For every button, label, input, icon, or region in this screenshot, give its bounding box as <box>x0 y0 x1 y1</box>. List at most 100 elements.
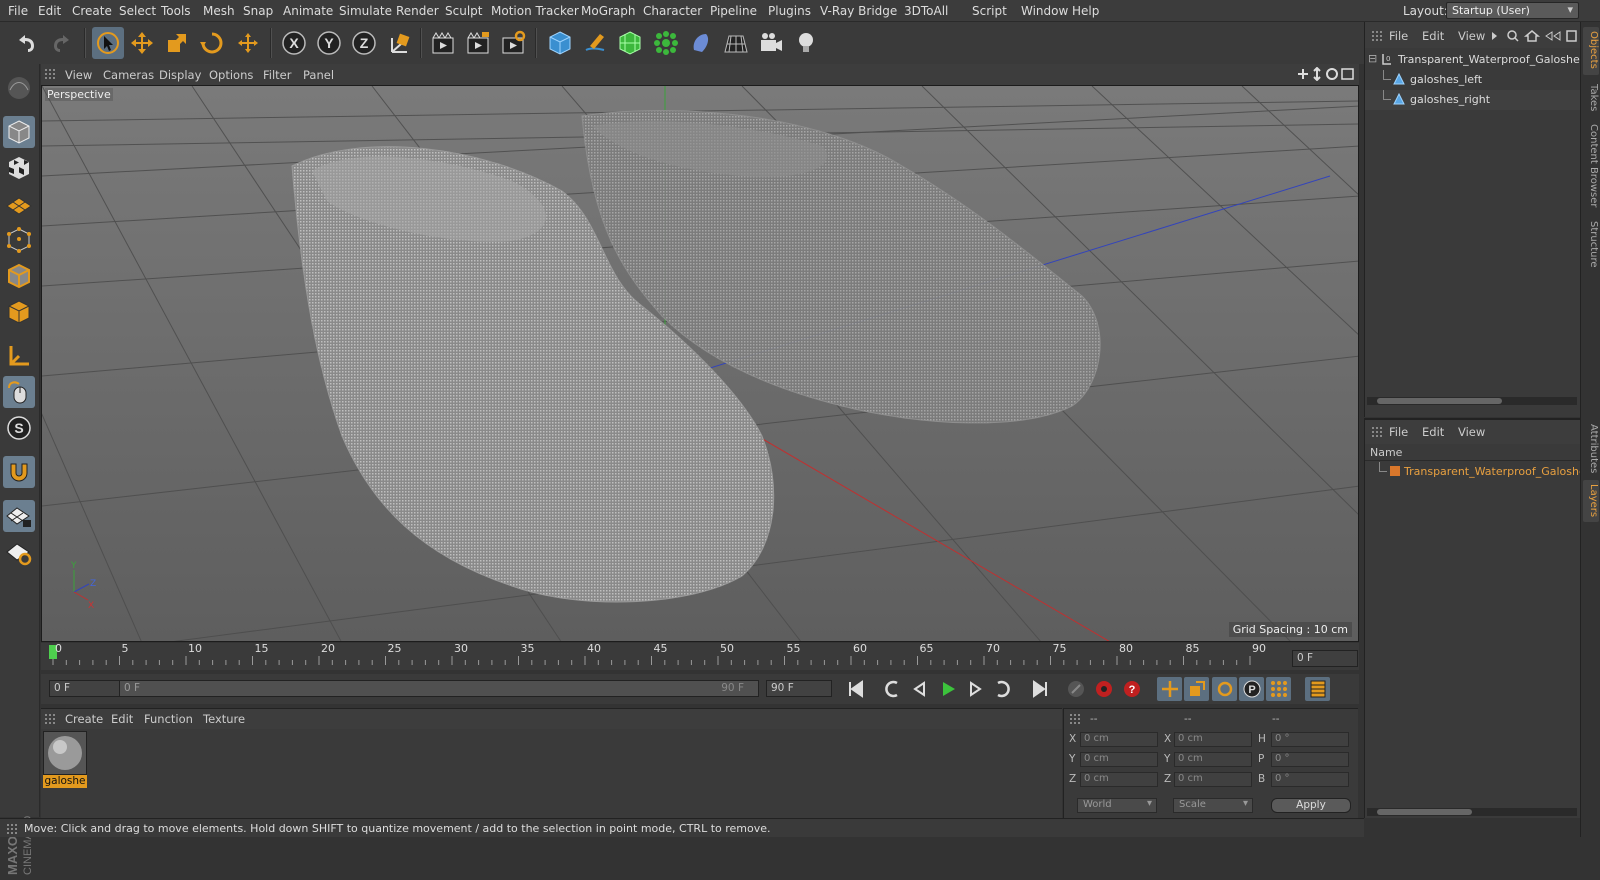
layout-select[interactable]: Startup (User) <box>1446 2 1579 19</box>
menu-window[interactable]: Window <box>1021 4 1068 18</box>
texture-mode-icon[interactable] <box>3 152 35 184</box>
tab-objects[interactable]: Objects <box>1583 27 1599 75</box>
record-active-keys-icon[interactable] <box>1091 677 1116 701</box>
record-disabled-icon[interactable] <box>1063 677 1088 701</box>
snap-icon[interactable]: S <box>3 412 35 444</box>
autokeying-icon[interactable]: ? <box>1119 677 1144 701</box>
y-axis-icon[interactable]: Y <box>313 27 345 59</box>
scale-icon[interactable] <box>161 27 193 59</box>
key-rotation-icon[interactable] <box>1212 677 1237 701</box>
viewport-menu-options[interactable]: Options <box>209 68 253 82</box>
pos-y-field[interactable]: 0 cm <box>1080 752 1158 767</box>
menu-tools[interactable]: Tools <box>161 4 191 18</box>
tree-item-root[interactable]: ⊟ 0 Transparent_Waterproof_Galoshes <box>1365 50 1581 70</box>
current-frame-field[interactable]: 0 F <box>1292 650 1358 667</box>
menu-snap[interactable]: Snap <box>243 4 273 18</box>
menu-select[interactable]: Select <box>119 4 156 18</box>
menu-file[interactable]: File <box>8 4 28 18</box>
render-picture-viewer-icon[interactable] <box>462 27 494 59</box>
menu-simulate[interactable]: Simulate <box>339 4 392 18</box>
menu-mograph[interactable]: MoGraph <box>581 4 636 18</box>
menu-3dtoall[interactable]: 3DToAll <box>904 4 948 18</box>
locked-workplane-icon[interactable] <box>3 500 35 532</box>
viewport-menu-view[interactable]: View <box>65 68 92 82</box>
workplane-icon[interactable] <box>3 188 35 220</box>
material-menu-create[interactable]: Create <box>65 712 103 726</box>
end-frame-field[interactable]: 90 F <box>766 680 832 697</box>
menu-mesh[interactable]: Mesh <box>203 4 235 18</box>
key-point-level-icon[interactable] <box>1266 677 1291 701</box>
tab-attributes[interactable]: Attributes <box>1583 420 1599 478</box>
z-axis-icon[interactable]: Z <box>348 27 380 59</box>
object-menu-edit[interactable]: Edit <box>1422 29 1444 43</box>
points-mode-icon[interactable] <box>3 224 35 256</box>
layer-menu-file[interactable]: File <box>1389 425 1408 439</box>
size-mode-select[interactable]: Scale <box>1173 798 1253 813</box>
object-manager-scrollbar[interactable] <box>1367 397 1577 405</box>
key-parameter-icon[interactable]: P <box>1239 677 1264 701</box>
x-axis-icon[interactable]: X <box>278 27 310 59</box>
menu-animate[interactable]: Animate <box>283 4 333 18</box>
layer-color-swatch[interactable] <box>1390 466 1400 476</box>
start-frame-field[interactable]: 0 F <box>49 680 121 697</box>
light-icon[interactable] <box>790 27 822 59</box>
next-frame-icon[interactable] <box>962 677 987 701</box>
menu-create[interactable]: Create <box>72 4 112 18</box>
frame-range-slider[interactable]: 0 F 90 F <box>119 680 759 697</box>
pen-icon[interactable] <box>579 27 611 59</box>
key-position-icon[interactable] <box>1157 677 1182 701</box>
menu-vray-bridge[interactable]: V-Ray Bridge <box>820 4 897 18</box>
polygons-mode-icon[interactable] <box>3 296 35 328</box>
layer-manager-scrollbar[interactable] <box>1367 808 1577 816</box>
model-mode-icon[interactable] <box>3 116 35 148</box>
viewport-nav-icons[interactable] <box>1296 67 1356 81</box>
menu-pipeline[interactable]: Pipeline <box>710 4 757 18</box>
redo-icon[interactable] <box>46 27 78 59</box>
menu-edit[interactable]: Edit <box>38 4 61 18</box>
tab-content-browser[interactable]: Content Browser <box>1583 120 1599 212</box>
cube-icon[interactable] <box>544 27 576 59</box>
key-scale-icon[interactable] <box>1184 677 1209 701</box>
coordinate-mode-select[interactable]: World <box>1077 798 1157 813</box>
next-key-icon[interactable] <box>990 677 1015 701</box>
material-menu-texture[interactable]: Texture <box>203 712 245 726</box>
menu-help[interactable]: Help <box>1072 4 1099 18</box>
tweak-mode-icon[interactable] <box>3 376 35 408</box>
layer-menu-view[interactable]: View <box>1458 425 1485 439</box>
material-menu-edit[interactable]: Edit <box>111 712 133 726</box>
cloner-icon[interactable] <box>650 27 682 59</box>
menu-motion-tracker[interactable]: Motion Tracker <box>491 4 579 18</box>
play-icon[interactable] <box>935 677 960 701</box>
go-to-end-icon[interactable] <box>1027 677 1052 701</box>
viewport-menu-cameras[interactable]: Cameras <box>103 68 154 82</box>
magnet-icon[interactable] <box>3 456 35 488</box>
render-view-icon[interactable] <box>427 27 459 59</box>
material-name[interactable]: galoshe <box>43 775 87 788</box>
viewport-menu-display[interactable]: Display <box>159 68 201 82</box>
camera-icon[interactable] <box>755 27 787 59</box>
pos-x-field[interactable]: 0 cm <box>1080 732 1158 747</box>
planar-workplane-icon[interactable] <box>3 536 35 568</box>
pos-z-field[interactable]: 0 cm <box>1080 772 1158 787</box>
apply-button[interactable]: Apply <box>1271 798 1351 813</box>
object-manager-tool-icons[interactable] <box>1490 29 1578 43</box>
size-z-field[interactable]: 0 cm <box>1174 772 1252 787</box>
tree-item-galoshes-right[interactable]: galoshes_right <box>1365 90 1581 110</box>
layer-row[interactable]: Transparent_Waterproof_Galoshes <box>1365 462 1581 482</box>
size-x-field[interactable]: 0 cm <box>1174 732 1252 747</box>
floor-icon[interactable] <box>720 27 752 59</box>
tab-layers[interactable]: Layers <box>1583 480 1599 522</box>
tab-structure[interactable]: Structure <box>1583 217 1599 275</box>
deformer-icon[interactable] <box>685 27 717 59</box>
size-y-field[interactable]: 0 cm <box>1174 752 1252 767</box>
render-settings-icon[interactable] <box>497 27 529 59</box>
timeline-ruler[interactable]: 0 5 10 15 20 25 30 35 40 45 50 55 60 65 70 75 80 85 90 0 F <box>41 642 1359 670</box>
material-swatch[interactable] <box>43 731 87 775</box>
coordinate-system-icon[interactable] <box>384 27 416 59</box>
undo-icon[interactable] <box>10 27 42 59</box>
make-editable-icon[interactable] <box>3 72 35 104</box>
menu-plugins[interactable]: Plugins <box>768 4 811 18</box>
previous-frame-icon[interactable] <box>907 677 932 701</box>
menu-sculpt[interactable]: Sculpt <box>445 4 482 18</box>
axis-mode-icon[interactable] <box>3 340 35 372</box>
